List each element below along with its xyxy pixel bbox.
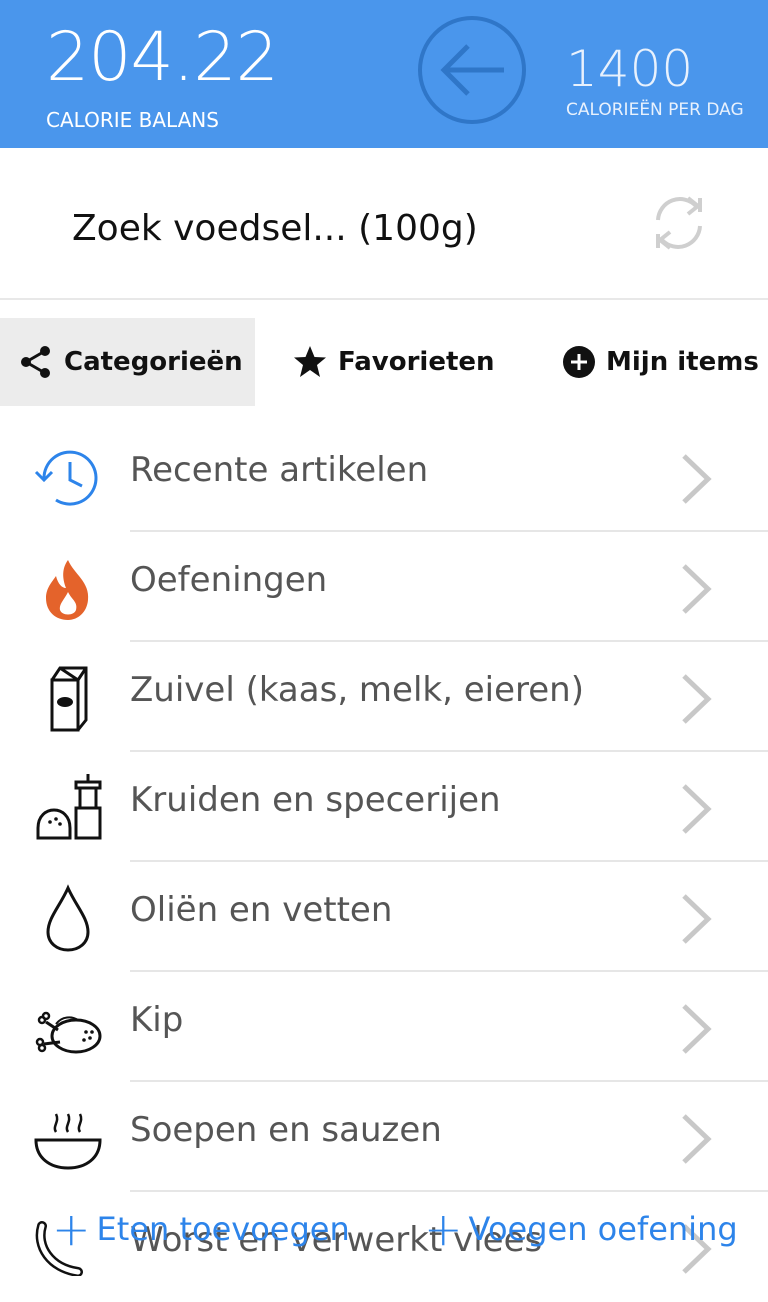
list-item-label: Soepen en sauzen xyxy=(130,1110,442,1150)
fire-icon xyxy=(46,560,89,620)
drop-icon xyxy=(46,884,90,952)
tab-my-items-label: Mijn items xyxy=(606,347,759,377)
list-item-label: Oefeningen xyxy=(130,560,328,600)
list-item-label: Oliën en vetten xyxy=(130,890,393,930)
chevron-right-icon xyxy=(682,1114,712,1164)
chevron-right-icon xyxy=(682,784,712,834)
chevron-right-icon xyxy=(682,674,712,724)
history-icon xyxy=(34,450,98,506)
list-item-exercises[interactable]: Oefeningen xyxy=(0,532,768,642)
chevron-right-icon xyxy=(682,1004,712,1054)
salt-pepper-icon xyxy=(36,774,102,840)
plus-icon: + xyxy=(424,1202,463,1256)
list-item-oils[interactable]: Oliën en vetten xyxy=(0,862,768,972)
chevron-right-icon xyxy=(682,454,712,504)
add-exercise-label: Voegen oefening xyxy=(468,1210,738,1248)
tab-categories[interactable]: Categorieën xyxy=(0,318,255,406)
tab-categories-label: Categorieën xyxy=(64,347,243,377)
star-icon xyxy=(294,346,326,377)
list-item-soups[interactable]: Soepen en sauzen xyxy=(0,1082,768,1192)
header-bar: 204.22 CALORIE BALANS 1400 CALORIEËN PER… xyxy=(0,0,768,148)
chevron-right-icon xyxy=(682,564,712,614)
soup-bowl-icon xyxy=(34,1113,102,1170)
chevron-right-icon xyxy=(682,894,712,944)
calories-per-day-label: CALORIEËN PER DAG xyxy=(566,100,744,120)
add-exercise-button[interactable]: + Voegen oefening xyxy=(424,1206,738,1252)
refresh-icon[interactable] xyxy=(648,190,710,256)
list-item-recent[interactable]: Recente artikelen xyxy=(0,422,768,532)
plus-icon: + xyxy=(52,1202,91,1256)
search-input[interactable]: Zoek voedsel... (100g) xyxy=(72,208,478,249)
add-food-label: Eten toevoegen xyxy=(96,1210,350,1248)
arrow-left-circle-icon[interactable] xyxy=(418,16,526,124)
list-item-label: Kip xyxy=(130,1000,184,1040)
calorie-balance-value: 204.22 xyxy=(46,18,279,97)
list-item-label: Kruiden en specerijen xyxy=(130,780,501,820)
list-item-chicken[interactable]: Kip xyxy=(0,972,768,1082)
tab-favorites[interactable]: Favorieten xyxy=(292,318,495,406)
list-item-herbs[interactable]: Kruiden en specerijen xyxy=(0,752,768,862)
calories-per-day-value: 1400 xyxy=(566,40,694,98)
milk-carton-icon xyxy=(50,666,88,732)
share-icon xyxy=(21,346,50,378)
bottom-actions: + Eten toevoegen + Voegen oefening xyxy=(0,1200,768,1260)
list-item-label: Recente artikelen xyxy=(130,450,429,490)
calorie-balance-label: CALORIE BALANS xyxy=(46,108,219,132)
add-food-button[interactable]: + Eten toevoegen xyxy=(52,1206,350,1252)
list-item-dairy[interactable]: Zuivel (kaas, melk, eieren) xyxy=(0,642,768,752)
list-item-label: Zuivel (kaas, melk, eieren) xyxy=(130,670,584,710)
category-tabs: Categorieën Favorieten Mijn items xyxy=(0,318,768,406)
tab-favorites-label: Favorieten xyxy=(338,347,495,377)
chicken-icon xyxy=(35,1011,102,1054)
tab-my-items[interactable]: Mijn items xyxy=(562,318,759,406)
plus-circle-icon xyxy=(563,346,595,378)
